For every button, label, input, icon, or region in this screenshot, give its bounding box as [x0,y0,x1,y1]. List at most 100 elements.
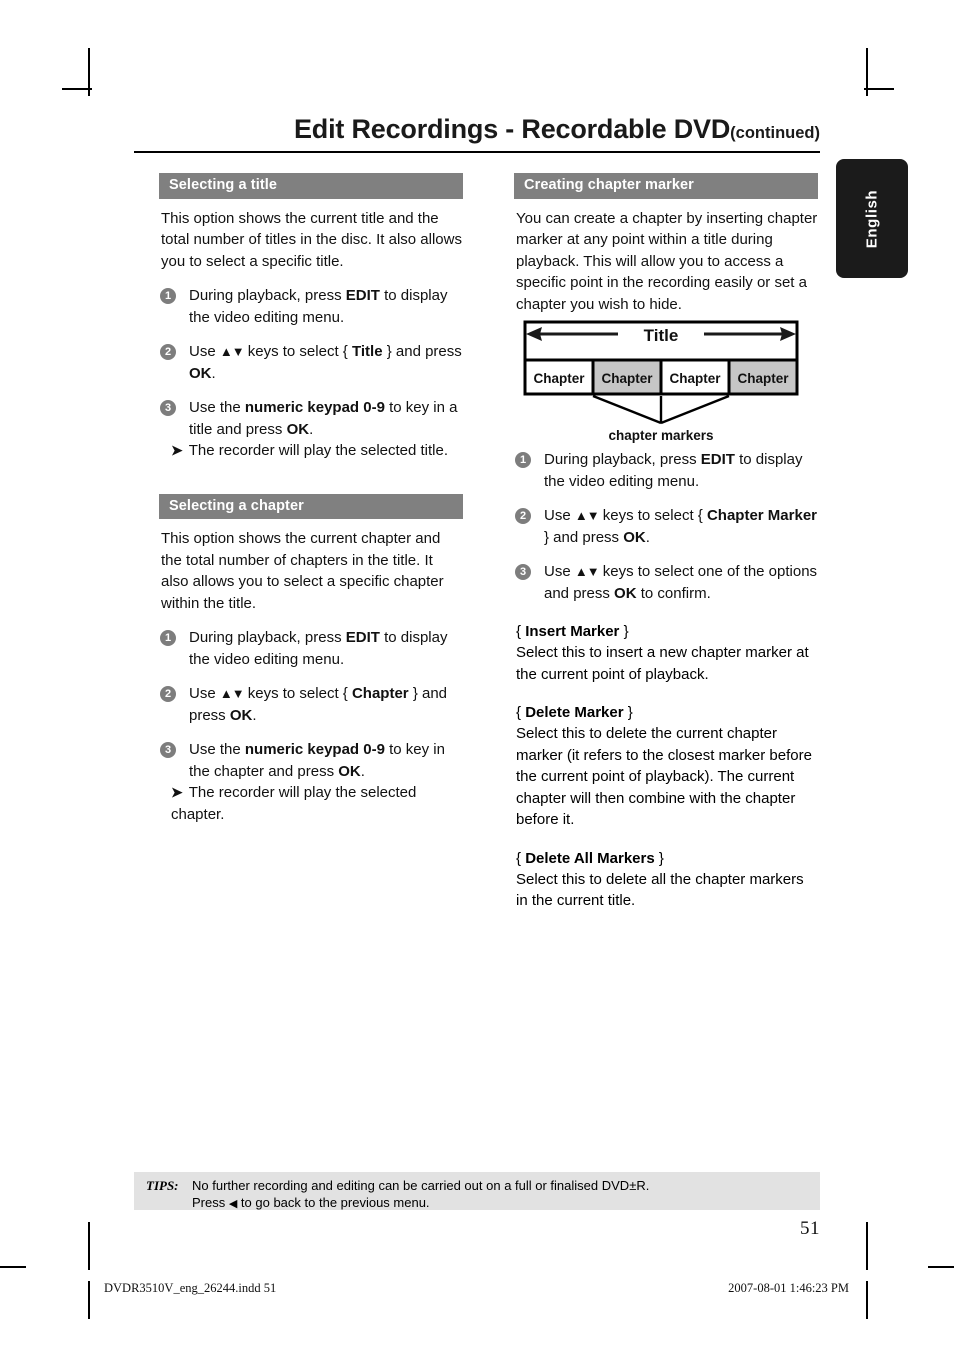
step-text-mid: keys to select { [598,507,707,525]
step-item: 1 During playback, press EDIT to display … [159,627,463,670]
option-body: Select this to delete all the chapter ma… [516,870,804,910]
step-text-bold2: OK [229,706,253,724]
step-text-pre: Use the [189,399,245,417]
step-text-bold: Chapter Marker [706,507,818,525]
section-intro: You can create a chapter by inserting ch… [516,209,818,313]
step-text-bold2: OK [614,584,637,602]
section-heading: Creating chapter marker [514,173,818,199]
brace-close: } [654,849,664,867]
step-number: 2 [160,344,176,361]
step-text-bold: Title [351,343,383,361]
step-text-pre: Use the [189,741,245,759]
step-text-pre: During playback, press [189,287,346,305]
right-column: Creating chapter marker You can create a… [514,173,818,912]
option-insert-marker: { Insert Marker } Select this to insert … [514,621,818,685]
section-intro: This option shows the current title and … [161,209,462,270]
step-text-post: to confirm. [636,584,711,602]
page-header: Edit Recordings - Recordable DVD(continu… [134,114,820,153]
step-item: 2 Use ▲▼ keys to select { Title } and pre… [159,341,463,384]
footer-timestamp: 2007-08-01 1:46:23 PM [728,1281,849,1295]
option-body: Select this to delete the current chapte… [516,725,812,829]
step-text-post: . [360,762,365,780]
manual-page: Edit Recordings - Recordable DVD(continu… [0,0,954,1347]
crop-mark-top-right-horizontal [864,88,894,90]
diagram-chapter-label: Chapter [669,371,721,386]
step-text-pre: During playback, press [189,629,346,647]
tips-line-2-post: to go back to the previous menu. [237,1194,430,1210]
left-column: Selecting a title This option shows the … [159,173,463,825]
step-text-bold: Chapter [351,685,409,703]
option-title: { Delete Marker } [516,702,818,723]
step-text-bold2: OK [189,364,212,382]
step-result: ➤ The recorder will play the selected cha… [171,782,463,825]
option-name: Delete All Markers [525,849,655,867]
trim-mark-right [928,1266,954,1268]
language-tab: English [836,159,908,278]
diagram-caption: chapter markers [608,428,713,443]
step-text-bold2: OK [286,420,310,438]
step-text-pre: Use [544,563,575,581]
footer-filename: DVDR3510V_eng_26244.indd 51 [104,1281,277,1295]
section-heading: Selecting a chapter [159,493,463,520]
step-text-post: . [309,420,314,438]
diagram-chapter-label: Chapter [601,371,653,386]
section-intro: This option shows the current chapter an… [161,530,444,612]
step-number: 2 [160,686,176,703]
step-text-bold: EDIT [345,287,380,305]
step-text-bold2: OK [338,762,361,780]
marker-leader-line [660,394,730,425]
step-text-pre: During playback, press [544,451,701,469]
step-text-mid2: } and press [382,343,462,361]
tips-box: TIPS: No further recording and editing c… [134,1172,820,1210]
step-item: 1 During playback, press EDIT to display … [514,449,818,492]
crop-mark-bottom-right-vertical [866,1222,868,1270]
step-list: 1 During playback, press EDIT to display … [159,627,463,825]
option-name: Insert Marker [525,623,620,641]
section-heading: Selecting a title [159,173,463,199]
up-down-arrow-icon: ▲▼ [574,564,600,580]
step-number: 2 [515,508,531,525]
up-down-arrow-icon: ▲▼ [574,508,600,524]
option-name: Delete Marker [525,704,624,722]
step-number: 3 [515,564,531,581]
step-number: 1 [160,288,176,305]
page-title: Edit Recordings - Recordable DVD(continu… [134,114,820,145]
step-text-pre: Use [189,685,220,703]
step-text-bold: numeric keypad 0-9 [244,399,385,417]
step-text-pre: Use [544,507,575,525]
option-body: Select this to insert a new chapter mark… [516,644,809,683]
diagram-chapter-label: Chapter [533,371,585,386]
page-number: 51 [800,1218,820,1239]
option-delete-marker: { Delete Marker } Select this to delete … [514,702,818,831]
step-text-bold: numeric keypad 0-9 [244,741,385,759]
step-list: 1 During playback, press EDIT to display … [514,449,818,604]
page-title-text: Edit Recordings - Recordable DVD [293,114,731,144]
tips-line-2-pre: Press [192,1194,229,1210]
step-item: 1 During playback, press EDIT to display … [159,285,463,328]
diagram-chapter-label: Chapter [737,371,789,386]
step-text-mid2: } and press [544,528,624,546]
trim-mark-left [0,1266,26,1268]
step-text-bold: EDIT [700,451,735,469]
brace-open: { [516,704,526,722]
option-title: { Insert Marker } [516,621,818,642]
step-text-post: . [252,706,257,724]
footer-rule-left [88,1281,90,1319]
brace-open: { [516,623,526,641]
brace-close: } [623,704,633,722]
step-text-bold2: OK [623,528,646,546]
section-selecting-a-title: Selecting a title This option shows the … [159,173,463,462]
brace-close: } [619,623,629,641]
result-arrow-icon: ➤ [171,784,183,801]
option-delete-all-markers: { Delete All Markers } Select this to de… [514,848,818,912]
tips-label: TIPS: [146,1178,179,1193]
tips-line-1: No further recording and editing can be … [192,1178,650,1193]
header-divider [134,151,820,153]
up-down-arrow-icon: ▲▼ [219,344,245,360]
step-text-post: . [211,364,216,382]
tips-content: No further recording and editing can be … [192,1178,649,1212]
language-tab-label: English [863,189,881,248]
chapter-marker-diagram: Title Chapter Chapter Chapter Chapter ch… [514,318,818,446]
step-number: 3 [160,742,176,759]
page-title-continued: (continued) [730,124,820,142]
